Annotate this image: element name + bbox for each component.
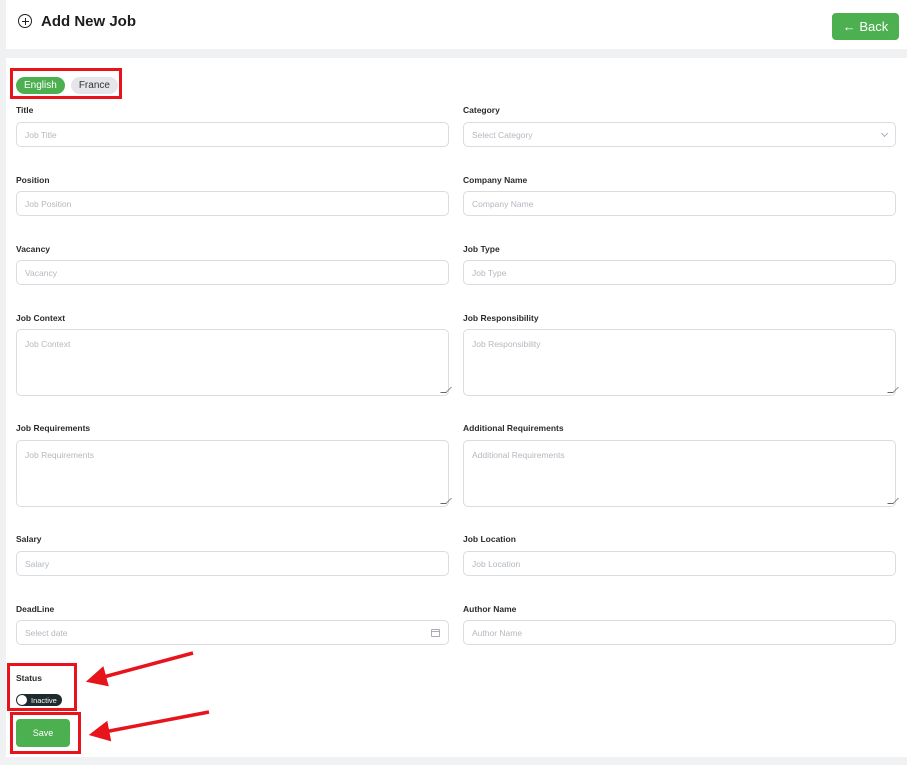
annotation-arrows [85, 651, 210, 742]
annotation-arrow-status [85, 651, 194, 687]
annotation-arrow-save [88, 710, 210, 742]
